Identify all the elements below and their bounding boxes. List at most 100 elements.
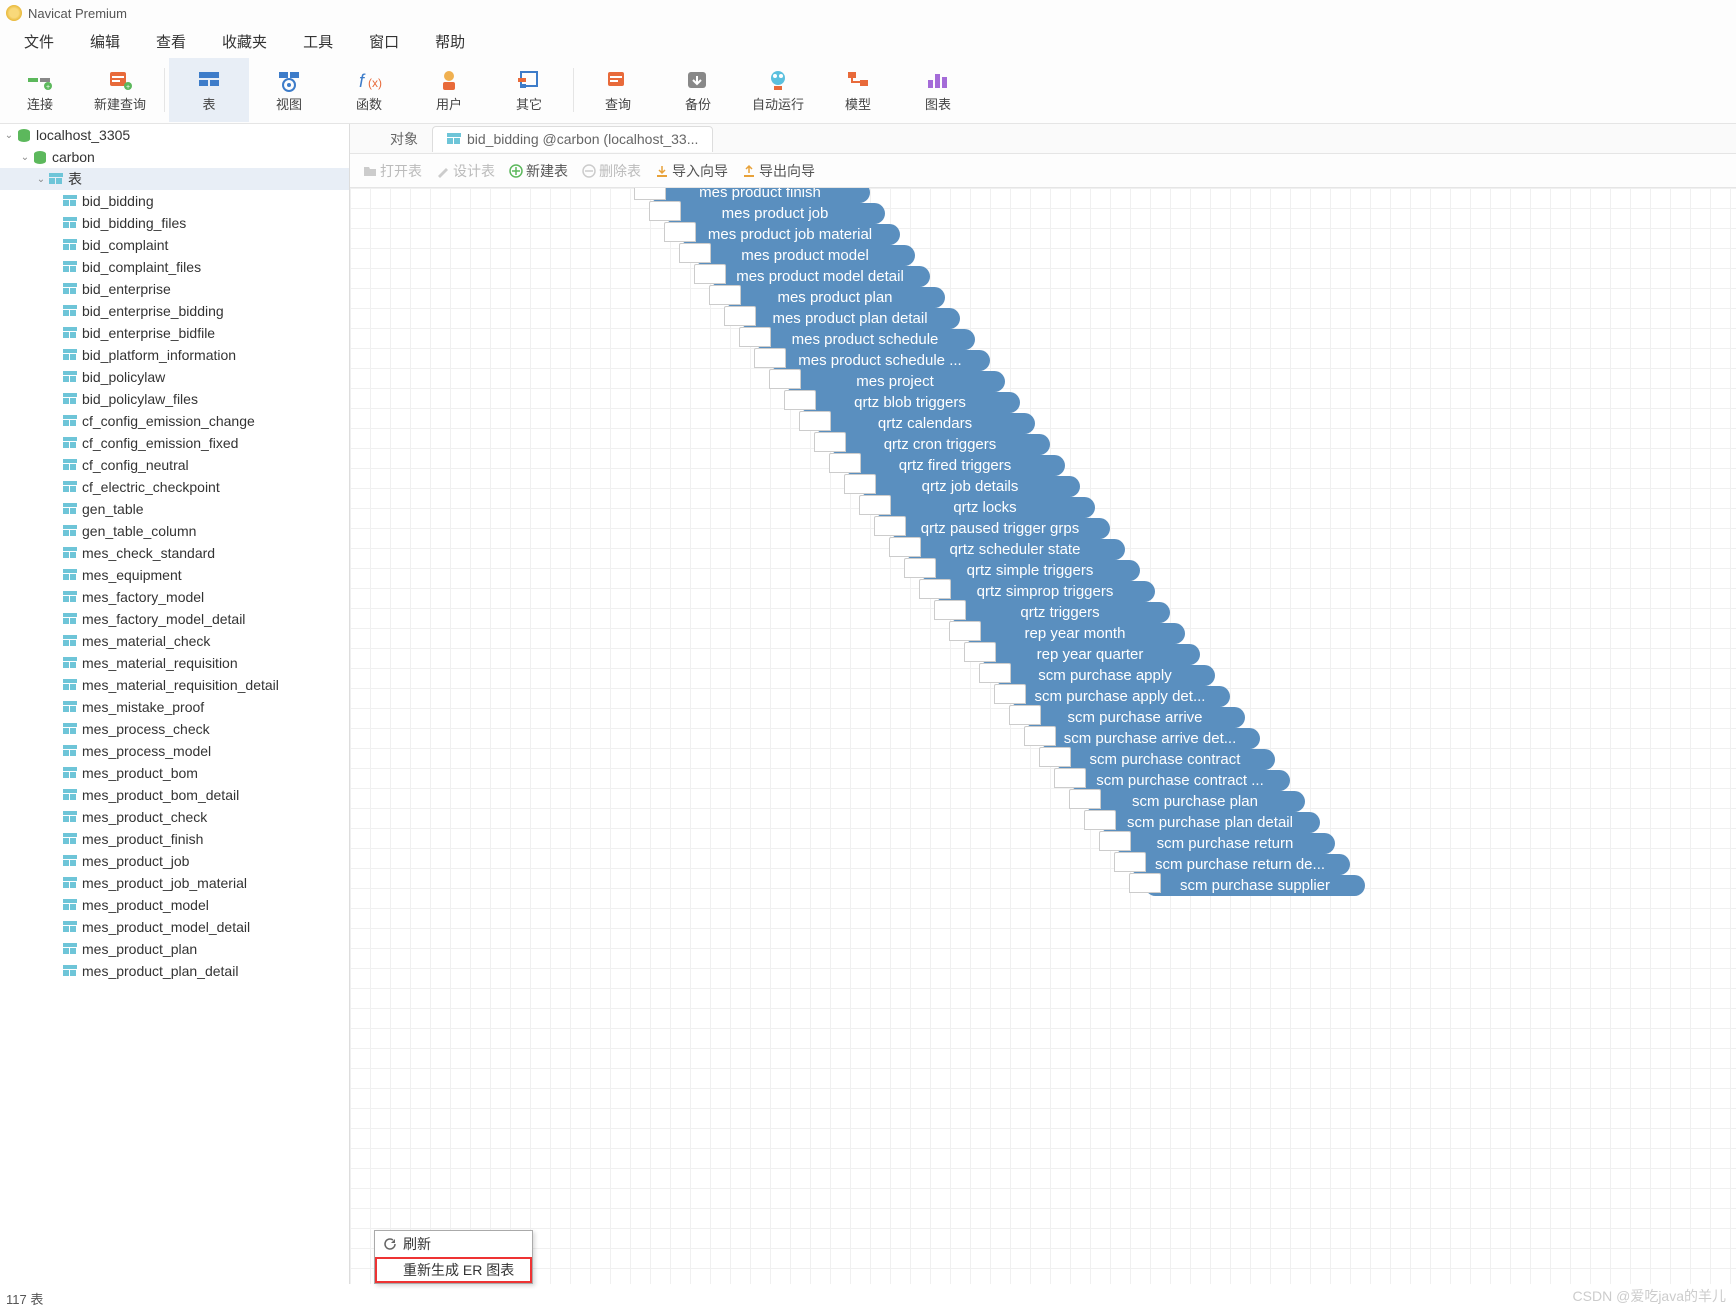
table-row[interactable]: mes_equipment (0, 564, 349, 586)
er-node[interactable]: mes product job (665, 203, 885, 224)
er-node[interactable]: mes project (785, 371, 1005, 392)
er-node[interactable]: scm purchase plan detail (1100, 812, 1320, 833)
er-node[interactable]: rep year month (965, 623, 1185, 644)
export-button[interactable]: 导出向导 (737, 161, 820, 181)
sidebar[interactable]: ⌄ localhost_3305 ⌄ carbon ⌄ 表 bid_biddin… (0, 124, 350, 1284)
er-node[interactable]: qrtz locks (875, 497, 1095, 518)
er-node[interactable]: mes product plan (725, 287, 945, 308)
table-row[interactable]: mes_product_check (0, 806, 349, 828)
design-table-button[interactable]: 设计表 (431, 161, 500, 181)
er-node[interactable]: scm purchase apply (995, 665, 1215, 686)
er-node[interactable]: scm purchase return (1115, 833, 1335, 854)
table-row[interactable]: mes_product_job (0, 850, 349, 872)
er-node[interactable]: scm purchase arrive (1025, 707, 1245, 728)
expand-icon[interactable]: ⌄ (2, 130, 16, 141)
table-row[interactable]: mes_check_standard (0, 542, 349, 564)
table-row[interactable]: bid_bidding_files (0, 212, 349, 234)
table-row[interactable]: bid_platform_information (0, 344, 349, 366)
table-row[interactable]: bid_enterprise_bidding (0, 300, 349, 322)
er-diagram-canvas[interactable]: mes product finishmes product jobmes pro… (350, 188, 1736, 1284)
er-node[interactable]: mes product schedule ... (770, 350, 990, 371)
table-row[interactable]: bid_enterprise_bidfile (0, 322, 349, 344)
er-node[interactable]: rep year quarter (980, 644, 1200, 665)
table-row[interactable]: cf_config_emission_fixed (0, 432, 349, 454)
new-table-button[interactable]: 新建表 (504, 161, 573, 181)
backup-button[interactable]: 备份 (658, 58, 738, 122)
table-row[interactable]: mes_mistake_proof (0, 696, 349, 718)
tab-objects[interactable]: 对象 (350, 126, 432, 152)
er-node[interactable]: scm purchase apply det... (1010, 686, 1230, 707)
menu-edit[interactable]: 编辑 (72, 27, 138, 56)
er-node[interactable]: qrtz blob triggers (800, 392, 1020, 413)
table-row[interactable]: mes_product_plan_detail (0, 960, 349, 982)
delete-table-button[interactable]: 删除表 (577, 161, 646, 181)
table-button[interactable]: 表 (169, 58, 249, 122)
table-row[interactable]: cf_config_neutral (0, 454, 349, 476)
expand-icon[interactable]: ⌄ (18, 152, 32, 163)
menu-view[interactable]: 查看 (138, 27, 204, 56)
table-row[interactable]: gen_table (0, 498, 349, 520)
tree-database[interactable]: ⌄ carbon (0, 146, 349, 168)
table-row[interactable]: bid_bidding (0, 190, 349, 212)
table-row[interactable]: mes_product_model (0, 894, 349, 916)
er-node[interactable]: mes product model detail (710, 266, 930, 287)
other-button[interactable]: 其它 (489, 58, 569, 122)
menu-fav[interactable]: 收藏夹 (204, 27, 285, 56)
table-row[interactable]: mes_process_model (0, 740, 349, 762)
table-row[interactable]: mes_process_check (0, 718, 349, 740)
table-row[interactable]: mes_factory_model_detail (0, 608, 349, 630)
table-row[interactable]: cf_electric_checkpoint (0, 476, 349, 498)
ctx-regenerate-er[interactable]: 重新生成 ER 图表 (375, 1257, 532, 1283)
er-node[interactable]: mes product model (695, 245, 915, 266)
er-node[interactable]: qrtz fired triggers (845, 455, 1065, 476)
user-button[interactable]: 用户 (409, 58, 489, 122)
expand-icon[interactable]: ⌄ (34, 174, 48, 185)
er-node[interactable]: mes product finish (650, 188, 870, 203)
menu-file[interactable]: 文件 (6, 27, 72, 56)
open-table-button[interactable]: 打开表 (358, 161, 427, 181)
er-node[interactable]: scm purchase contract (1055, 749, 1275, 770)
er-node[interactable]: mes product job material (680, 224, 900, 245)
table-row[interactable]: mes_product_finish (0, 828, 349, 850)
import-button[interactable]: 导入向导 (650, 161, 733, 181)
er-node[interactable]: qrtz scheduler state (905, 539, 1125, 560)
table-row[interactable]: mes_material_requisition_detail (0, 674, 349, 696)
auto-button[interactable]: 自动运行 (738, 58, 818, 122)
tab-table-bid-bidding[interactable]: bid_bidding @carbon (localhost_33... (432, 126, 713, 152)
table-row[interactable]: bid_policylaw (0, 366, 349, 388)
table-row[interactable]: mes_product_job_material (0, 872, 349, 894)
er-node[interactable]: scm purchase contract ... (1070, 770, 1290, 791)
table-row[interactable]: bid_enterprise (0, 278, 349, 300)
table-row[interactable]: bid_complaint_files (0, 256, 349, 278)
table-row[interactable]: mes_product_bom_detail (0, 784, 349, 806)
new-query-button[interactable]: +新建查询 (80, 58, 160, 122)
model-button[interactable]: 模型 (818, 58, 898, 122)
connect-button[interactable]: +连接 (0, 58, 80, 122)
menu-help[interactable]: 帮助 (417, 27, 483, 56)
er-node[interactable]: mes product plan detail (740, 308, 960, 329)
menu-tools[interactable]: 工具 (285, 27, 351, 56)
er-node[interactable]: qrtz job details (860, 476, 1080, 497)
table-row[interactable]: gen_table_column (0, 520, 349, 542)
chart-button[interactable]: 图表 (898, 58, 978, 122)
table-row[interactable]: mes_product_plan (0, 938, 349, 960)
er-node[interactable]: scm purchase return de... (1130, 854, 1350, 875)
table-row[interactable]: mes_product_model_detail (0, 916, 349, 938)
er-node[interactable]: qrtz triggers (950, 602, 1170, 623)
fx-button[interactable]: f(x)函数 (329, 58, 409, 122)
er-node[interactable]: qrtz simple triggers (920, 560, 1140, 581)
er-node[interactable]: qrtz calendars (815, 413, 1035, 434)
table-row[interactable]: mes_material_requisition (0, 652, 349, 674)
view-button[interactable]: 视图 (249, 58, 329, 122)
menu-window[interactable]: 窗口 (351, 27, 417, 56)
ctx-refresh[interactable]: 刷新 (375, 1231, 532, 1257)
table-row[interactable]: bid_complaint (0, 234, 349, 256)
tree-tables-folder[interactable]: ⌄ 表 (0, 168, 349, 190)
table-row[interactable]: mes_product_bom (0, 762, 349, 784)
er-node[interactable]: qrtz cron triggers (830, 434, 1050, 455)
er-node[interactable]: mes product schedule (755, 329, 975, 350)
er-node[interactable]: qrtz simprop triggers (935, 581, 1155, 602)
tree-connection[interactable]: ⌄ localhost_3305 (0, 124, 349, 146)
table-row[interactable]: cf_config_emission_change (0, 410, 349, 432)
query-button[interactable]: 查询 (578, 58, 658, 122)
